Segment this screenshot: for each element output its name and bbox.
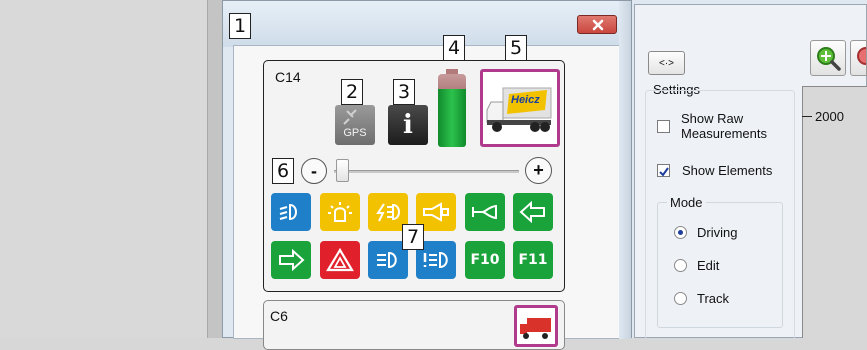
gps-icon[interactable]: GPS	[335, 105, 375, 145]
headlight-icon	[279, 203, 297, 221]
beacon-icon	[328, 202, 352, 222]
callout-2: 2	[341, 79, 363, 105]
function-button-headlight[interactable]	[271, 193, 311, 231]
callout-7: 7	[402, 224, 424, 250]
battery-icon	[438, 69, 466, 147]
mode-label-track: Track	[697, 291, 730, 306]
mode-radio-edit[interactable]	[674, 259, 687, 272]
function-button-f11[interactable]: F11	[513, 241, 553, 279]
mode-radio-track[interactable]	[674, 292, 687, 305]
mode-title: Mode	[667, 195, 706, 210]
horn-icon	[472, 204, 497, 220]
function-button-arrow-right[interactable]	[271, 241, 311, 279]
satellite-glyph	[343, 109, 357, 125]
slider-thumb[interactable]	[336, 159, 349, 182]
close-icon	[592, 19, 604, 31]
toggle-panel-label: <·>	[658, 57, 674, 69]
toggle-panel-button[interactable]: <·>	[648, 51, 685, 75]
function-button-hazard[interactable]	[320, 241, 360, 279]
zoom-in-button[interactable]	[810, 40, 846, 76]
window-titlebar	[223, 1, 631, 47]
function-f10-icon: F10	[470, 252, 500, 268]
left-background	[0, 0, 207, 338]
horn-icon	[423, 202, 449, 222]
zoom-plus-button[interactable]: +	[525, 157, 552, 184]
zoom-out-icon	[857, 47, 866, 65]
mode-label-edit: Edit	[697, 258, 720, 273]
arrow-right-icon	[279, 249, 305, 271]
callout-4: 4	[443, 35, 465, 61]
zoom-in-icon	[817, 47, 841, 71]
graph-tick-label: 2000	[815, 109, 844, 124]
mode-label-driving: Driving	[697, 225, 738, 240]
function-button-arrow-left[interactable]	[513, 193, 553, 231]
zoom-minus-button[interactable]: -	[301, 158, 327, 184]
callout-1: 1	[229, 13, 251, 39]
low-beam-icon	[377, 251, 397, 269]
checkmark-icon	[659, 167, 669, 177]
info-icon[interactable]: i	[388, 105, 428, 145]
vehicle-id-2: C6	[270, 308, 288, 324]
truck-icon	[486, 87, 552, 132]
mode-radio-driving[interactable]	[674, 226, 687, 239]
graph-tick	[802, 116, 812, 117]
window-right-frame	[619, 1, 631, 339]
info-glyph: i	[403, 110, 413, 140]
callout-6: 6	[272, 158, 294, 184]
minus-label: -	[311, 160, 317, 181]
slider-track[interactable]	[334, 170, 519, 173]
gps-label: GPS	[343, 127, 367, 139]
plus-label: +	[533, 160, 544, 180]
vehicle-avatar-2[interactable]	[514, 305, 558, 347]
show-raw-checkbox[interactable]	[657, 120, 670, 133]
window-close-button[interactable]	[577, 15, 617, 34]
callout-3: 3	[393, 79, 415, 105]
show-elements-checkbox[interactable]	[657, 164, 670, 177]
zoom-out-button[interactable]	[850, 40, 867, 76]
function-f11-icon: F11	[518, 252, 548, 268]
hazard-icon	[326, 248, 354, 272]
function-button-beacon[interactable]	[320, 193, 360, 231]
left-divider	[207, 0, 222, 338]
show-raw-label-line2: Measurements	[681, 126, 767, 141]
callout-5: 5	[505, 35, 527, 61]
function-button-f10[interactable]: F10	[465, 241, 505, 279]
vehicle-id: C14	[275, 69, 301, 85]
flash-light-icon	[376, 203, 400, 222]
arrow-left-icon	[519, 201, 545, 223]
show-elements-label: Show Elements	[682, 163, 773, 178]
red-truck-icon	[520, 318, 551, 339]
function-button-horn-2[interactable]	[465, 193, 505, 231]
vehicle-avatar[interactable]: Heicz	[480, 69, 560, 147]
fog-light-icon	[423, 251, 448, 269]
truck-brand: Heicz	[511, 94, 540, 106]
show-raw-label: Show Raw	[681, 111, 744, 126]
vehicle-panel-2[interactable]: C6	[263, 300, 565, 350]
